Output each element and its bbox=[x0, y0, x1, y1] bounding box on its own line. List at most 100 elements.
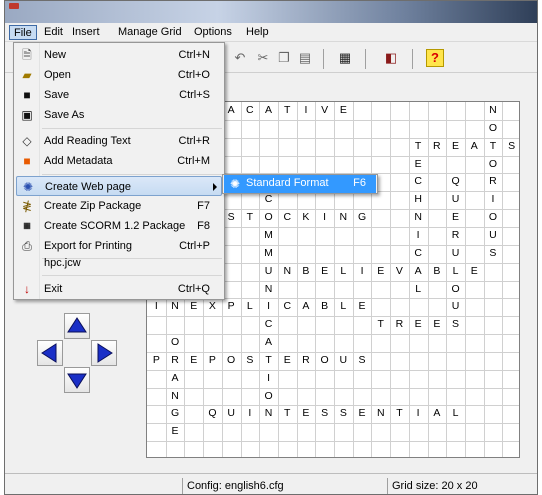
grid-cell[interactable]: L bbox=[409, 281, 428, 299]
grid-cell[interactable]: N bbox=[484, 102, 503, 120]
grid-cell[interactable]: E bbox=[353, 405, 372, 423]
grid-cell[interactable]: P bbox=[203, 352, 222, 370]
grid-cell[interactable]: U bbox=[446, 191, 465, 209]
grid-cell[interactable]: T bbox=[484, 138, 503, 156]
grid-cell[interactable]: E bbox=[353, 298, 372, 316]
grid-cell[interactable]: C bbox=[241, 102, 260, 120]
grid-cell[interactable]: A bbox=[465, 138, 484, 156]
grid-cell[interactable]: U bbox=[446, 298, 465, 316]
grid-cell[interactable]: I bbox=[315, 209, 334, 227]
arrow-left-icon[interactable] bbox=[37, 340, 63, 366]
grid-cell[interactable]: E bbox=[166, 423, 185, 441]
grid-cell[interactable]: U bbox=[222, 405, 241, 423]
menu-item-add-reading-text[interactable]: ◇ Add Reading Text Ctrl+R bbox=[16, 131, 222, 151]
grid-cell[interactable]: M bbox=[259, 227, 278, 245]
grid-cell[interactable]: T bbox=[371, 316, 390, 334]
grid-cell[interactable]: N bbox=[259, 405, 278, 423]
submenu-item-standard-format[interactable]: ✺ Standard Format F6 bbox=[224, 175, 376, 193]
grid-cell[interactable]: I bbox=[484, 191, 503, 209]
grid-cell[interactable]: E bbox=[409, 316, 428, 334]
grid-cell[interactable]: E bbox=[428, 316, 447, 334]
grid-cell[interactable]: I bbox=[259, 370, 278, 388]
menu-item-save-as[interactable]: ▣ Save As bbox=[16, 105, 222, 125]
grid-cell[interactable]: T bbox=[390, 405, 409, 423]
grid-cell[interactable]: S bbox=[315, 405, 334, 423]
grid-cell[interactable]: O bbox=[484, 209, 503, 227]
grid-cell[interactable]: N bbox=[166, 298, 185, 316]
menu-item-save[interactable]: ■ Save Ctrl+S bbox=[16, 85, 222, 105]
grid-cell[interactable]: G bbox=[353, 209, 372, 227]
grid-cell[interactable]: O bbox=[484, 156, 503, 174]
grid-cell[interactable]: O bbox=[222, 352, 241, 370]
grid-cell[interactable]: O bbox=[315, 352, 334, 370]
grid-cell[interactable]: I bbox=[259, 298, 278, 316]
grid-cell[interactable]: B bbox=[428, 263, 447, 281]
grid-icon[interactable]: ▦ bbox=[336, 49, 354, 67]
grid-cell[interactable]: Q bbox=[446, 173, 465, 191]
grid-cell[interactable]: O bbox=[446, 281, 465, 299]
grid-cell[interactable]: A bbox=[259, 334, 278, 352]
grid-cell[interactable]: C bbox=[409, 245, 428, 263]
grid-cell[interactable]: R bbox=[484, 173, 503, 191]
grid-cell[interactable]: C bbox=[259, 316, 278, 334]
grid-cell[interactable]: V bbox=[390, 263, 409, 281]
grid-cell[interactable]: O bbox=[166, 334, 185, 352]
copy-icon[interactable]: ❐ bbox=[275, 49, 293, 67]
grid-cell[interactable]: R bbox=[390, 316, 409, 334]
grid-cell[interactable]: E bbox=[184, 298, 203, 316]
grid-cell[interactable]: O bbox=[259, 209, 278, 227]
undo-icon[interactable]: ↶ bbox=[231, 49, 249, 67]
menu-item-new[interactable]: 🗎 New Ctrl+N bbox=[16, 45, 222, 65]
grid-cell[interactable]: E bbox=[184, 352, 203, 370]
grid-cell[interactable]: E bbox=[315, 263, 334, 281]
grid-cell[interactable]: L bbox=[446, 263, 465, 281]
menu-item-create-web-page[interactable]: ✺ Create Web page bbox=[16, 176, 222, 196]
grid-cell[interactable]: S bbox=[241, 352, 260, 370]
menu-item-add-metadata[interactable]: ■ Add Metadata Ctrl+M bbox=[16, 151, 222, 171]
grid-cell[interactable]: U bbox=[484, 227, 503, 245]
menu-help[interactable]: Help bbox=[242, 25, 273, 40]
grid-cell[interactable]: A bbox=[166, 370, 185, 388]
grid-cell[interactable]: U bbox=[446, 245, 465, 263]
grid-cell[interactable]: U bbox=[334, 352, 353, 370]
grid-cell[interactable]: B bbox=[297, 263, 316, 281]
grid-cell[interactable]: I bbox=[409, 227, 428, 245]
grid-cell[interactable]: I bbox=[147, 298, 166, 316]
grid-cell[interactable]: T bbox=[259, 352, 278, 370]
grid-cell[interactable]: H bbox=[409, 191, 428, 209]
grid-cell[interactable]: Q bbox=[203, 405, 222, 423]
grid-cell[interactable]: I bbox=[353, 263, 372, 281]
grid-cell[interactable]: I bbox=[297, 102, 316, 120]
grid-cell[interactable]: M bbox=[259, 245, 278, 263]
menu-edit[interactable]: Edit bbox=[40, 25, 67, 40]
grid-cell[interactable]: N bbox=[278, 263, 297, 281]
grid-cell[interactable]: L bbox=[446, 405, 465, 423]
menu-file[interactable]: File bbox=[9, 25, 37, 40]
menu-item-create-zip-package[interactable]: ≹ Create Zip Package F7 bbox=[16, 196, 222, 216]
grid-cell[interactable]: C bbox=[278, 298, 297, 316]
grid-cell[interactable]: C bbox=[409, 173, 428, 191]
grid-cell[interactable]: E bbox=[446, 209, 465, 227]
menu-manage-grid[interactable]: Manage Grid bbox=[114, 25, 186, 40]
grid-cell[interactable]: L bbox=[241, 298, 260, 316]
grid-cell[interactable]: E bbox=[297, 405, 316, 423]
menu-options[interactable]: Options bbox=[190, 25, 236, 40]
grid-cell[interactable]: L bbox=[334, 298, 353, 316]
grid-cell[interactable]: I bbox=[241, 405, 260, 423]
grid-cell[interactable]: N bbox=[166, 388, 185, 406]
grid-cell[interactable]: A bbox=[409, 263, 428, 281]
grid-cell[interactable]: R bbox=[166, 352, 185, 370]
grid-cell[interactable]: R bbox=[428, 138, 447, 156]
grid-cell[interactable]: B bbox=[315, 298, 334, 316]
menu-insert[interactable]: Insert bbox=[68, 25, 104, 40]
grid-cell[interactable]: T bbox=[278, 405, 297, 423]
grid-cell[interactable]: E bbox=[446, 138, 465, 156]
grid-cell[interactable]: N bbox=[334, 209, 353, 227]
grid-cell[interactable]: A bbox=[297, 298, 316, 316]
grid-cell[interactable]: U bbox=[259, 263, 278, 281]
grid-cell[interactable]: O bbox=[484, 120, 503, 138]
menu-item-create-scorm-package[interactable]: ▦ Create SCORM 1.2 Package F8 bbox=[16, 216, 222, 236]
grid-cell[interactable]: S bbox=[446, 316, 465, 334]
grid-cell[interactable]: E bbox=[371, 263, 390, 281]
grid-cell[interactable]: N bbox=[409, 209, 428, 227]
